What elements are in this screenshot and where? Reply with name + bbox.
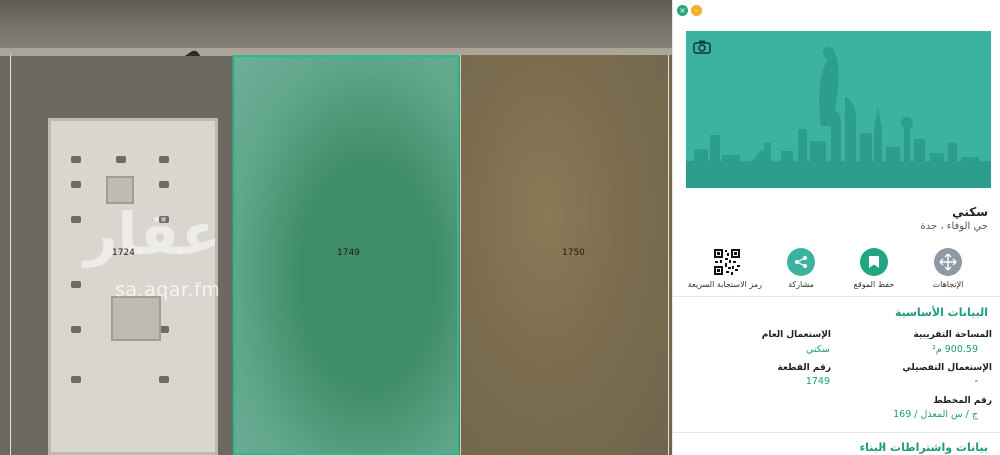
qr-code-button[interactable]: رمز الاستجابة السريعة [687,248,762,289]
share-button[interactable]: مشاركة [766,248,836,289]
camera-icon[interactable] [693,40,711,54]
close-button[interactable]: × [677,5,688,16]
building-conditions-title[interactable]: بيانات واشتراطات البناء [860,441,988,454]
approx-area-value: 900.59 م² [932,344,978,355]
riyadh-skyline-illustration [686,47,991,188]
scheme-number-label: رقم المخطط [933,396,992,406]
property-type: سكني [952,205,988,219]
property-details-panel: × – سكني حي الوفاء ، جدة الإتجاهات حفظ ا… [672,0,1000,455]
chevron-left-icon[interactable]: ‹ [881,440,885,453]
bookmark-icon [860,248,888,276]
plot-number-label: رقم القطعة [777,363,831,373]
minimize-button[interactable]: – [691,5,702,16]
aqar-watermark: عقار [84,200,221,268]
plot-label-1724: 1724 [112,248,135,258]
save-location-button[interactable]: حفظ الموقع [839,248,909,289]
property-location: حي الوفاء ، جدة [920,221,988,232]
save-location-label: حفظ الموقع [853,280,895,289]
plot-number-value: 1749 [805,376,830,387]
approx-area-label: المساحة التقريبية [913,330,992,340]
share-label: مشاركة [788,280,814,289]
scheme-number-value: ج / س المعدل / 169 [893,409,978,420]
section-divider [673,432,1000,433]
qr-code-label: رمز الاستجابة السريعة [687,280,762,289]
general-use-value: سكني [806,344,830,355]
detailed-use-value: - [974,376,978,387]
property-hero-image [686,31,991,188]
directions-icon [934,248,962,276]
detailed-use-label: الإستعمال التفصيلي [902,363,992,373]
section-divider [673,296,1000,297]
chevron-down-icon[interactable]: ⌄ [901,306,910,319]
street [0,0,672,55]
share-icon [787,248,815,276]
qr-code-icon [713,248,741,276]
plot-boundary [668,55,669,455]
plot-boundary [10,55,11,455]
map-view[interactable]: عقار sa.aqar.fm 1724 1749 1750 [0,0,672,455]
plot-label-1749: 1749 [337,248,360,258]
directions-label: الإتجاهات [932,280,964,289]
directions-button[interactable]: الإتجاهات [913,248,983,289]
general-use-label: الإستعمال العام [761,330,831,340]
plot-label-1750: 1750 [562,248,585,258]
aqar-watermark-url: sa.aqar.fm [115,279,221,301]
